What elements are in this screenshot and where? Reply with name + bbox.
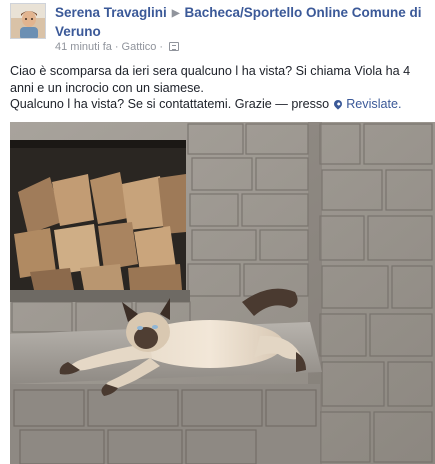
post-message-text: Qualcuno l ha vista? Se si contattatemi.… [10, 97, 330, 111]
location-link[interactable]: Revislate. [346, 97, 401, 111]
triangle-right-icon: ▶ [171, 8, 180, 19]
meta-separator: · [159, 41, 164, 53]
globe-icon[interactable] [169, 42, 180, 51]
post-header: Serena Travaglini ▶ Bacheca/Sportello Onli… [10, 3, 430, 55]
post-message-line: Ciao è scomparsa da ieri sera qualcuno l… [10, 64, 411, 95]
post-message: Ciao è scomparsa da ieri sera qualcuno l… [10, 63, 428, 113]
cat-photo-image [10, 122, 435, 464]
author-avatar[interactable] [10, 3, 46, 39]
post-timestamp[interactable]: 41 minuti fa [55, 41, 112, 53]
post-author-line: Serena Travaglini ▶ Bacheca/Sportello Onli… [55, 4, 430, 40]
meta-separator: · [114, 41, 119, 53]
post-meta: 41 minuti fa · Gattico · [55, 40, 180, 54]
post-place-link[interactable]: Gattico [122, 41, 157, 53]
post-message-line-2: Qualcuno l ha vista? Se si contattatemi.… [10, 96, 428, 113]
author-name-link[interactable]: Serena Travaglini [55, 5, 167, 20]
avatar-photo [11, 4, 45, 38]
map-pin-icon [332, 98, 344, 110]
post-photo[interactable] [10, 122, 435, 464]
feed-post: Serena Travaglini ▶ Bacheca/Sportello Onli… [0, 0, 435, 464]
